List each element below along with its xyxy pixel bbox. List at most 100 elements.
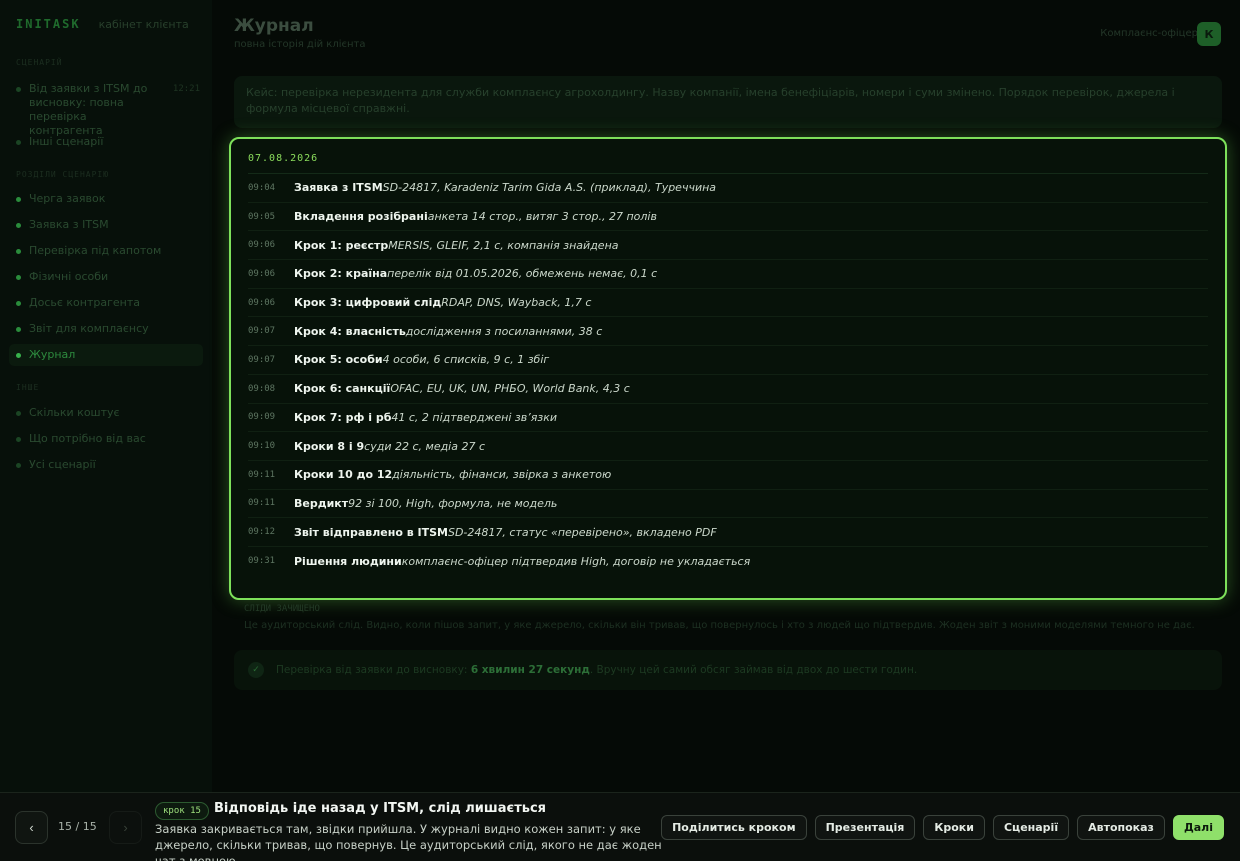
trace-text: Це аудиторський слід. Видно, коли пішов … — [244, 620, 1195, 631]
sidebar-item-label: Звіт для комплаєнсу — [29, 322, 149, 335]
journal-row: 09:09 Крок 7: рф і рб 41 с, 2 підтверджені… — [248, 404, 1208, 433]
bullet-icon — [16, 140, 21, 145]
result-banner: ✓ Перевірка від заявки до висновку: 6 хв… — [234, 650, 1222, 690]
brand-logo[interactable]: INITASK — [16, 17, 81, 31]
page-title: Журнал — [234, 16, 314, 36]
journal-row: 09:11 Кроки 10 до 12 діяльність, фінанси, … — [248, 461, 1208, 490]
sidebar-item-individuals[interactable]: Фізичні особи — [16, 270, 200, 284]
sidebar-item-journal[interactable]: Журнал — [9, 344, 203, 366]
journal-time: 09:07 — [248, 326, 276, 337]
next-step-nav-button[interactable]: › — [109, 811, 142, 844]
journal-event-title: Заявка з ITSM — [294, 181, 383, 195]
next-button[interactable]: Далі — [1172, 815, 1224, 840]
sidebar-section-other: ІНШЕ — [16, 383, 40, 392]
journal-event-desc: MERSIS, GLEIF, 2,1 с, компанія знайдена — [388, 238, 619, 252]
journal-row: 09:08 Крок 6: санкції OFAC, EU, UK, UN, РН… — [248, 375, 1208, 404]
step-current: 15 — [58, 820, 72, 833]
journal-time: 09:12 — [248, 527, 276, 538]
steps-button[interactable]: Кроки — [923, 815, 985, 840]
journal-event-title: Крок 6: санкції — [294, 382, 391, 396]
journal-event-title: Крок 4: власність — [294, 324, 406, 338]
bullet-icon — [16, 463, 21, 468]
journal-event-desc: 92 зі 100, High, формула, не модель — [348, 496, 558, 510]
sidebar-item-all-scenarios[interactable]: Усі сценарії — [16, 458, 200, 472]
sidebar-item-label: Заявка з ITSM — [29, 218, 109, 231]
journal-row: 09:06 Крок 2: країна перелік від 01.05.202… — [248, 260, 1208, 289]
journal-event-title: Рішення людини — [294, 554, 402, 568]
journal-event-desc: комплаєнс-офіцер підтвердив High, догові… — [401, 554, 751, 568]
bullet-icon — [16, 327, 21, 332]
page-subtitle: повна історія дій клієнта — [234, 39, 366, 50]
journal-event-desc: OFAC, EU, UK, UN, РНБО, World Bank, 4,3 … — [390, 382, 630, 396]
check-icon: ✓ — [248, 662, 264, 678]
step-counter: 15 / 15 — [58, 820, 97, 833]
sidebar-item-pricing[interactable]: Скільки коштує — [16, 406, 200, 420]
journal-event-title: Вкладення розібрані — [294, 210, 428, 224]
sidebar-item-dossier[interactable]: Досьє контрагента — [16, 296, 200, 310]
journal-row: 09:11 Вердикт 92 зі 100, High, формула, не… — [248, 490, 1208, 519]
share-step-button[interactable]: Поділитись кроком — [661, 815, 807, 840]
sidebar-item-compliance-report[interactable]: Звіт для комплаєнсу — [16, 322, 200, 336]
bullet-icon — [16, 301, 21, 306]
brand: INITASK кабінет клієнта — [16, 17, 189, 31]
sidebar-item-label: Черга заявок — [29, 192, 106, 205]
bullet-icon — [16, 197, 21, 202]
presentation-bar: ‹ 15 / 15 › крок 15 Відповідь іде назад … — [0, 792, 1240, 861]
result-text: Перевірка від заявки до висновку: 6 хвил… — [276, 664, 917, 676]
chevron-left-icon: ‹ — [29, 820, 34, 835]
sidebar-item-scenario-current[interactable]: Від заявки з ITSM до висновку: повна пер… — [16, 82, 200, 138]
journal-row: 09:10 Кроки 8 і 9 суди 22 с, медіа 27 с — [248, 432, 1208, 461]
sidebar-item-itsm-request[interactable]: Заявка з ITSM — [16, 218, 200, 232]
bullet-icon — [16, 437, 21, 442]
sidebar-item-label: Що потрібно від вас — [29, 432, 146, 445]
sidebar-item-label: Усі сценарії — [29, 458, 96, 471]
journal-event-title: Крок 2: країна — [294, 267, 388, 281]
journal-event-desc: RDAP, DNS, Wayback, 1,7 с — [441, 296, 592, 310]
result-prefix: Перевірка від заявки до висновку: — [276, 664, 468, 676]
presentation-button[interactable]: Презентація — [814, 815, 916, 840]
journal-event-title: Крок 5: особи — [294, 353, 383, 367]
sidebar-item-requirements[interactable]: Що потрібно від вас — [16, 432, 200, 446]
avatar[interactable]: К — [1197, 22, 1221, 46]
sidebar: INITASK кабінет клієнта СЦЕНАРІЙ Від зая… — [0, 0, 212, 792]
bullet-icon — [16, 353, 21, 358]
journal-time: 09:05 — [248, 211, 276, 222]
journal-row: 09:07 Крок 4: власність дослідження з поси… — [248, 317, 1208, 347]
sidebar-item-label: Скільки коштує — [29, 406, 120, 419]
journal-event-desc: перелік від 01.05.2026, обмежень немає, … — [387, 267, 658, 281]
journal-row: 09:07 Крок 5: особи 4 особи, 6 списків, 9 … — [248, 346, 1208, 375]
journal-time: 09:07 — [248, 354, 276, 365]
case-note: Кейс: перевірка нерезидента для служби к… — [234, 76, 1222, 128]
bullet-icon — [16, 249, 21, 254]
journal-time: 09:09 — [248, 412, 276, 423]
journal-list: 09:04 Заявка з ITSM SD-24817, Karadeniz Ta… — [248, 174, 1208, 576]
journal-time: 09:06 — [248, 297, 276, 308]
sidebar-item-other-scenarios[interactable]: Інші сценарії — [16, 135, 200, 149]
sidebar-section-chapters: РОЗДІЛИ СЦЕНАРІЮ — [16, 170, 110, 179]
brand-subtitle: кабінет клієнта — [98, 18, 189, 31]
sidebar-item-under-hood[interactable]: Перевірка під капотом — [16, 244, 200, 258]
sidebar-section-scenario: СЦЕНАРІЙ — [16, 58, 63, 67]
autoplay-button[interactable]: Автопоказ — [1077, 815, 1165, 840]
journal-time: 09:10 — [248, 441, 276, 452]
journal-row: 09:04 Заявка з ITSM SD-24817, Karadeniz Ta… — [248, 174, 1208, 203]
journal-event-desc: суди 22 с, медіа 27 с — [364, 439, 486, 453]
sidebar-item-label: Перевірка під капотом — [29, 244, 162, 257]
journal-time: 09:04 — [248, 182, 276, 193]
step-title: Відповідь іде назад у ITSM, слід лишаєть… — [214, 801, 547, 816]
sidebar-item-queue[interactable]: Черга заявок — [16, 192, 200, 206]
bullet-icon — [16, 223, 21, 228]
user-role-label: Комплаєнс-офіцер — [1100, 28, 1198, 39]
sidebar-item-label: Журнал — [29, 348, 76, 361]
journal-row: 09:31 Рішення людини комплаєнс-офіцер підт… — [248, 547, 1208, 576]
journal-time: 09:06 — [248, 268, 276, 279]
sidebar-item-label: Досьє контрагента — [29, 296, 140, 309]
scenarios-button[interactable]: Сценарії — [992, 815, 1070, 840]
bullet-icon — [16, 275, 21, 280]
sidebar-item-label: Від заявки з ITSM до висновку: повна пер… — [29, 82, 148, 137]
journal-time: 09:11 — [248, 498, 276, 509]
journal-event-desc: SD-24817, Karadeniz Tarim Gida A.S. (при… — [382, 181, 717, 195]
prev-step-button[interactable]: ‹ — [15, 811, 48, 844]
action-buttons: Поділитись кроком Презентація Кроки Сцен… — [661, 815, 1224, 840]
journal-date: 07.08.2026 — [248, 153, 1208, 174]
